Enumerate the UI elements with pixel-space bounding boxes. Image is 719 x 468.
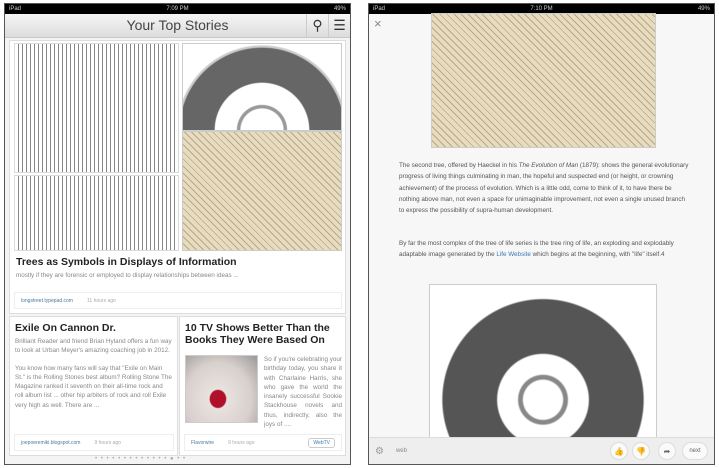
page-indicator[interactable]: • • • • • • • • • • • • • ● • • xyxy=(95,456,186,462)
story-source[interactable]: joepoeremiki.blogspot.com xyxy=(21,440,80,446)
branch-diagram-image xyxy=(14,175,179,251)
tree-ring-image xyxy=(182,43,342,131)
clock: 7:10 PM xyxy=(530,6,553,12)
story-time: 11 hours ago xyxy=(86,297,116,304)
story-source[interactable]: Flavorwire xyxy=(191,440,214,446)
pedigree-of-man-image xyxy=(431,13,656,148)
story-title[interactable]: Trees as Symbols in Displays of Informat… xyxy=(16,256,237,268)
status-bar: iPad 7:09 PM 49% xyxy=(5,4,350,14)
story-source[interactable]: longstreet.typepad.com xyxy=(21,298,73,304)
share-icon: ➦ xyxy=(663,446,671,456)
search-button[interactable]: ⚲ xyxy=(306,14,328,37)
next-button[interactable]: next xyxy=(682,442,708,460)
battery: 49% xyxy=(333,6,346,12)
thumbs-down-icon: 👎 xyxy=(636,446,646,456)
share-button[interactable]: ➦ xyxy=(658,442,676,460)
pedigree-of-man-image xyxy=(182,131,342,251)
life-website-link[interactable]: Life Website xyxy=(496,251,531,258)
tree-ring-image xyxy=(429,284,657,439)
text: The second tree, offered by Haeckel in h… xyxy=(399,162,519,169)
story-card[interactable]: 10 TV Shows Better Than the Books They W… xyxy=(179,316,346,456)
carrier: iPad xyxy=(373,6,386,12)
bottom-toolbar: ⚙ web 👍 👎 ➦ next xyxy=(369,437,714,464)
article-paragraph: By far the most complex of the tree of l… xyxy=(399,238,689,261)
tree-diagram-image xyxy=(14,43,179,173)
story-excerpt: So if you're celebrating your birthday t… xyxy=(264,356,342,429)
article-screen: iPad 7:10 PM 49% × The second tree, offere… xyxy=(368,3,715,465)
menu-icon: ☰ xyxy=(333,17,346,33)
story-image xyxy=(185,355,258,423)
settings-gear-icon[interactable]: ⚙ xyxy=(375,446,384,457)
article-paragraph: The second tree, offered by Haeckel in h… xyxy=(399,160,689,216)
thumbs-up-icon: 👍 xyxy=(614,446,624,456)
header: Your Top Stories ⚲ ☰ xyxy=(5,14,350,38)
text: (1879): shows the general evolutionary p… xyxy=(399,162,689,215)
page-title: Your Top Stories xyxy=(126,17,229,33)
stories-screen: iPad 7:09 PM 49% Your Top Stories ⚲ ☰ Tree… xyxy=(4,3,351,465)
tag-button[interactable]: WebTV xyxy=(308,437,335,448)
featured-story[interactable]: Trees as Symbols in Displays of Informat… xyxy=(9,40,346,314)
story-card[interactable]: Exile On Cannon Dr. Brilliant Reader and… xyxy=(9,316,178,456)
story-time: 9 hours ago xyxy=(94,439,121,446)
search-icon: ⚲ xyxy=(312,17,323,33)
book-title: The Evolution of Man xyxy=(518,162,579,169)
thumbs-up-button[interactable]: 👍 xyxy=(610,442,628,460)
battery: 49% xyxy=(697,6,710,12)
menu-button[interactable]: ☰ xyxy=(328,14,350,37)
close-button[interactable]: × xyxy=(374,16,382,31)
story-title[interactable]: Exile On Cannon Dr. xyxy=(15,322,172,334)
story-title[interactable]: 10 TV Shows Better Than the Books They W… xyxy=(185,322,340,346)
story-time: 9 hours ago xyxy=(228,439,255,446)
carrier: iPad xyxy=(9,6,22,12)
story-excerpt: mostly if they are forensic or employed … xyxy=(16,272,239,279)
story-excerpt: Brilliant Reader and friend Brian Hyland… xyxy=(15,338,172,355)
source-label: web xyxy=(395,448,407,454)
thumbs-down-button[interactable]: 👎 xyxy=(632,442,650,460)
story-excerpt: You know how many fans will say that "Ex… xyxy=(15,364,172,409)
clock: 7:09 PM xyxy=(166,6,189,12)
text: which begins at the beginning, with "lif… xyxy=(530,251,665,259)
